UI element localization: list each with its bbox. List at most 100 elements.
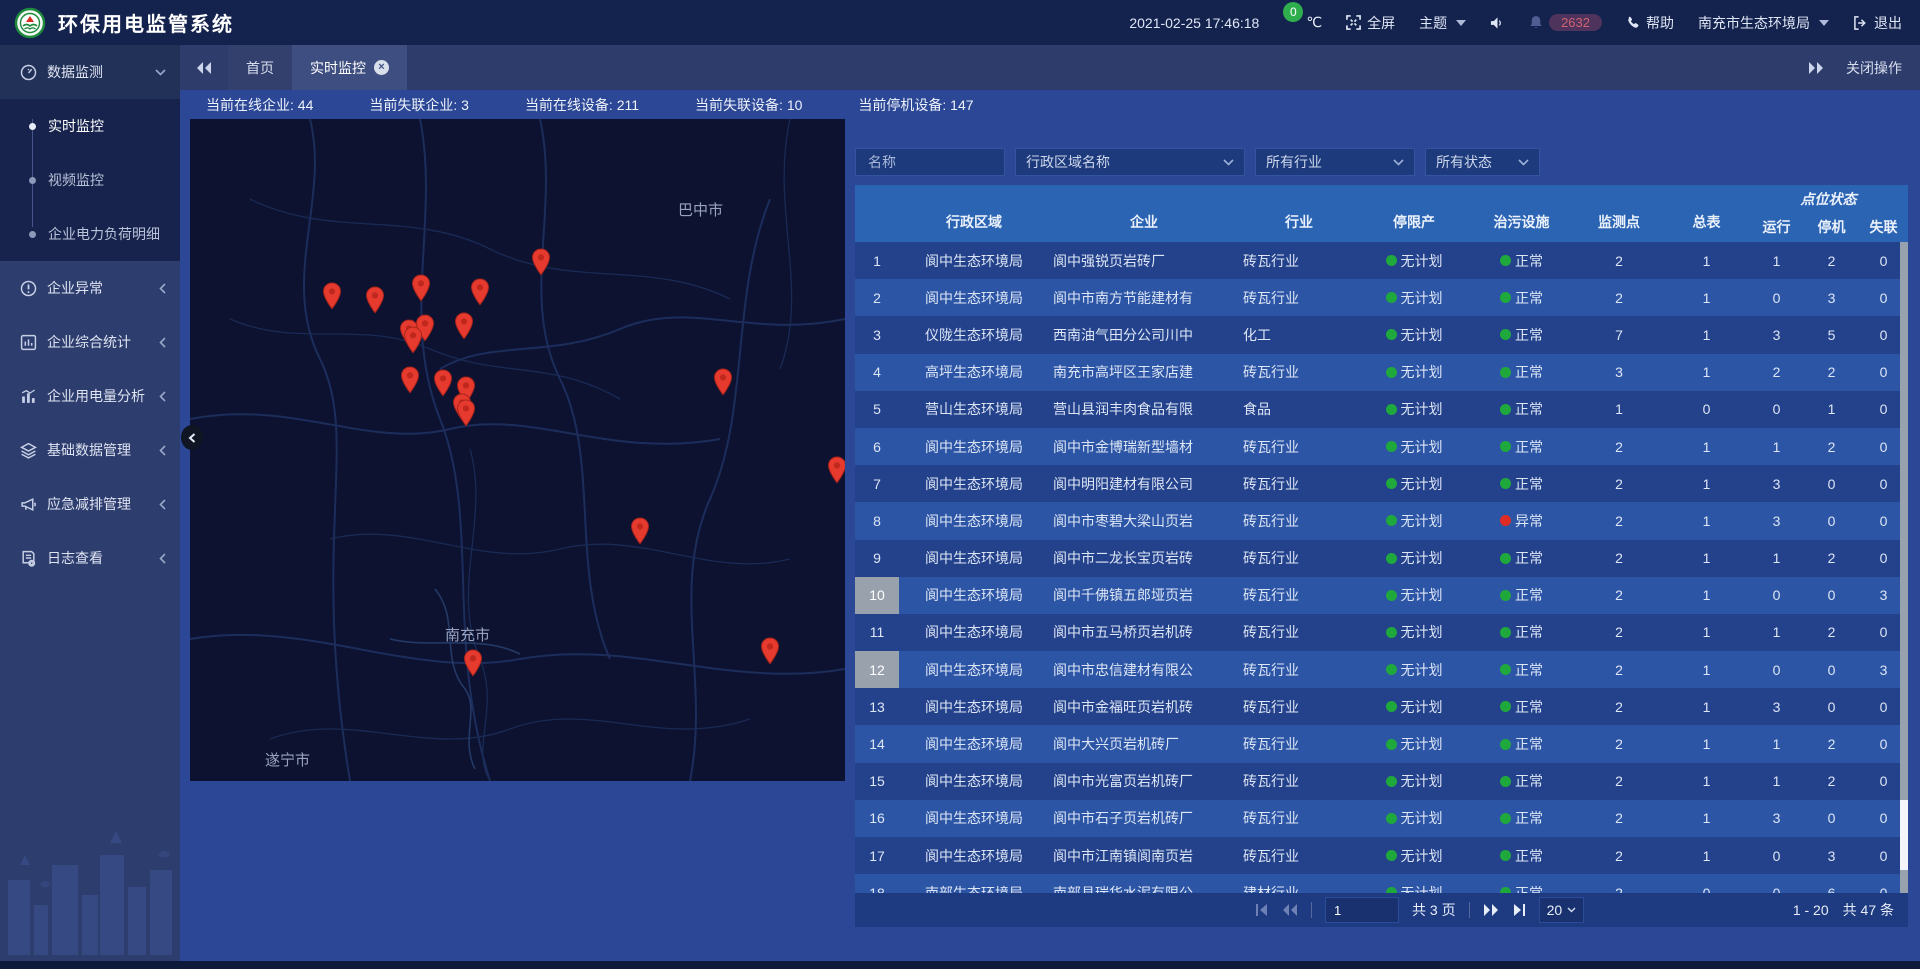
- table-row[interactable]: 17阆中生态环境局阆中市江南镇阆南页岩砖瓦行业无计划正常21030: [855, 837, 1908, 874]
- table-row[interactable]: 7阆中生态环境局阆中明阳建材有限公司砖瓦行业无计划正常21300: [855, 465, 1908, 502]
- table-scrollbar-thumb[interactable]: [1900, 800, 1908, 870]
- status-dot-green: [1500, 776, 1511, 787]
- table-row[interactable]: 6阆中生态环境局阆中市金博瑞新型墙材砖瓦行业无计划正常21120: [855, 428, 1908, 465]
- map-pin-icon[interactable]: [531, 248, 551, 276]
- map-pin-icon[interactable]: [456, 399, 476, 427]
- mute-button[interactable]: [1490, 16, 1505, 30]
- map-pin-icon[interactable]: [713, 368, 733, 396]
- cell-shutdown: 2: [1804, 242, 1859, 279]
- org-menu[interactable]: 南充市生态环境局: [1698, 13, 1829, 33]
- map-pin-icon[interactable]: [433, 369, 453, 397]
- status-filter-select[interactable]: 所有状态: [1425, 148, 1540, 176]
- cell-region: 阆中生态环境局: [899, 465, 1049, 502]
- facility-status-label: 正常: [1515, 437, 1543, 457]
- sidebar-item-label: 基础数据管理: [47, 440, 159, 460]
- sidebar-item-electricity-analysis[interactable]: 企业用电量分析: [0, 369, 180, 423]
- table-row[interactable]: 10阆中生态环境局阆中千佛镇五郎垭页岩砖瓦行业无计划正常21003: [855, 577, 1908, 614]
- cell-meters: 1: [1664, 316, 1749, 353]
- sidebar-item-data-monitoring[interactable]: 数据监测: [0, 45, 180, 99]
- cell-shutdown: 2: [1804, 540, 1859, 577]
- map-pin-icon[interactable]: [463, 649, 483, 677]
- status-dot-green: [1386, 850, 1397, 861]
- table-row[interactable]: 1阆中生态环境局阆中强锐页岩砖厂砖瓦行业无计划正常21120: [855, 242, 1908, 279]
- table-row[interactable]: 13阆中生态环境局阆中市金福旺页岩机砖砖瓦行业无计划正常21300: [855, 688, 1908, 725]
- cell-facility-status: 正常: [1469, 614, 1574, 651]
- sidebar-submenu: 实时监控视频监控企业电力负荷明细: [0, 99, 180, 261]
- tab-close-icon[interactable]: ×: [374, 60, 389, 75]
- name-filter-input[interactable]: [866, 153, 994, 171]
- first-page-button[interactable]: [1255, 904, 1269, 916]
- table-row[interactable]: 2阆中生态环境局阆中市南方节能建材有砖瓦行业无计划正常21030: [855, 279, 1908, 316]
- map-pin-icon[interactable]: [760, 637, 780, 665]
- tab-realtime-monitoring[interactable]: 实时监控×: [292, 45, 407, 90]
- total-count-label: 共 47 条: [1843, 900, 1894, 920]
- prev-page-button[interactable]: [1282, 904, 1298, 916]
- region-filter-select[interactable]: 行政区域名称: [1015, 148, 1245, 176]
- cell-shutdown: 0: [1804, 651, 1859, 688]
- map-pin-icon[interactable]: [365, 286, 385, 314]
- notifications[interactable]: 2632: [1529, 14, 1602, 31]
- enterprise-table-panel: 行政区域名称 所有行业 所有状态 行政区域 企业 行: [855, 119, 1908, 931]
- table-row[interactable]: 3仪陇生态环境局西南油气田分公司川中化工无计划正常71350: [855, 316, 1908, 353]
- logout-button[interactable]: 退出: [1853, 13, 1902, 33]
- table-row[interactable]: 18南部生态环境局南部县瑞华水泥有限公建材行业无计划正常20060: [855, 874, 1908, 893]
- theme-button[interactable]: 主题: [1419, 13, 1466, 33]
- temperature-badge: 0: [1283, 2, 1303, 22]
- close-operations-button[interactable]: 关闭操作: [1846, 58, 1902, 78]
- sidebar-item-realtime-monitoring[interactable]: 实时监控: [0, 99, 180, 153]
- name-filter-input-wrap[interactable]: [855, 148, 1005, 176]
- row-number: 6: [855, 428, 899, 465]
- table-row[interactable]: 14阆中生态环境局阆中大兴页岩机砖厂砖瓦行业无计划正常21120: [855, 725, 1908, 762]
- page-size-select[interactable]: 20: [1539, 897, 1585, 923]
- table-row[interactable]: 4高坪生态环境局南充市高坪区王家店建砖瓦行业无计划正常31220: [855, 354, 1908, 391]
- map-pin-icon[interactable]: [454, 312, 474, 340]
- help-button[interactable]: 帮助: [1626, 13, 1674, 33]
- table-row[interactable]: 15阆中生态环境局阆中市光富页岩机砖厂砖瓦行业无计划正常21120: [855, 763, 1908, 800]
- cell-points: 2: [1574, 837, 1664, 874]
- table-row[interactable]: 12阆中生态环境局阆中市忠信建材有限公砖瓦行业无计划正常21003: [855, 651, 1908, 688]
- cell-points: 2: [1574, 428, 1664, 465]
- table-row[interactable]: 8阆中生态环境局阆中市枣碧大梁山页岩砖瓦行业无计划异常21300: [855, 502, 1908, 539]
- map-pin-icon[interactable]: [630, 517, 650, 545]
- cell-running: 3: [1749, 688, 1804, 725]
- last-page-button[interactable]: [1512, 904, 1526, 916]
- map-pin-icon[interactable]: [403, 326, 423, 354]
- cell-region: 仪陇生态环境局: [899, 316, 1049, 353]
- tabs-scroll-left-button[interactable]: [180, 62, 228, 74]
- map-pin-icon[interactable]: [411, 274, 431, 302]
- table-row[interactable]: 9阆中生态环境局阆中市二龙长宝页岩砖砖瓦行业无计划正常21120: [855, 540, 1908, 577]
- table-row[interactable]: 11阆中生态环境局阆中市五马桥页岩机砖砖瓦行业无计划正常21120: [855, 614, 1908, 651]
- map-pin-icon[interactable]: [470, 278, 490, 306]
- table-scrollbar-track[interactable]: [1900, 242, 1908, 893]
- table-row[interactable]: 5营山生态环境局营山县润丰肉食品有限食品无计划正常10010: [855, 391, 1908, 428]
- bullet-icon: [29, 123, 36, 130]
- stat-online-companies: 当前在线企业: 44: [206, 95, 313, 115]
- map-panel[interactable]: 巴中市南充市遂宁市: [190, 119, 845, 781]
- col-header-disconnected: 失联: [1859, 217, 1908, 237]
- sidebar-item-enterprise-statistics[interactable]: 企业综合统计: [0, 315, 180, 369]
- page-input[interactable]: [1325, 897, 1399, 923]
- phone-icon: [1626, 16, 1640, 30]
- industry-filter-select[interactable]: 所有行业: [1255, 148, 1415, 176]
- facility-status-label: 正常: [1515, 660, 1543, 680]
- sidebar-item-power-load-detail[interactable]: 企业电力负荷明细: [0, 207, 180, 261]
- cell-stop-status: 无计划: [1359, 725, 1469, 762]
- sidebar-item-log-view[interactable]: 日志查看: [0, 531, 180, 585]
- fullscreen-button[interactable]: 全屏: [1346, 13, 1395, 33]
- sidebar-item-enterprise-anomaly[interactable]: 企业异常: [0, 261, 180, 315]
- sidebar-collapse-button[interactable]: [181, 425, 203, 450]
- bullet-icon: [29, 177, 36, 184]
- sidebar-item-video-monitoring[interactable]: 视频监控: [0, 153, 180, 207]
- tabs-scroll-right-button[interactable]: [1808, 62, 1824, 74]
- sidebar-item-basic-data[interactable]: 基础数据管理: [0, 423, 180, 477]
- status-dot-green: [1500, 813, 1511, 824]
- sidebar-item-emergency-reduction[interactable]: 应急减排管理: [0, 477, 180, 531]
- cell-running: 2: [1749, 354, 1804, 391]
- map-pin-icon[interactable]: [322, 282, 342, 310]
- map-pin-icon[interactable]: [827, 456, 845, 484]
- next-page-button[interactable]: [1483, 904, 1499, 916]
- table-row[interactable]: 16阆中生态环境局阆中市石子页岩机砖厂砖瓦行业无计划正常21300: [855, 800, 1908, 837]
- tab-home[interactable]: 首页: [228, 45, 292, 90]
- map-pin-icon[interactable]: [400, 366, 420, 394]
- cell-meters: 0: [1664, 391, 1749, 428]
